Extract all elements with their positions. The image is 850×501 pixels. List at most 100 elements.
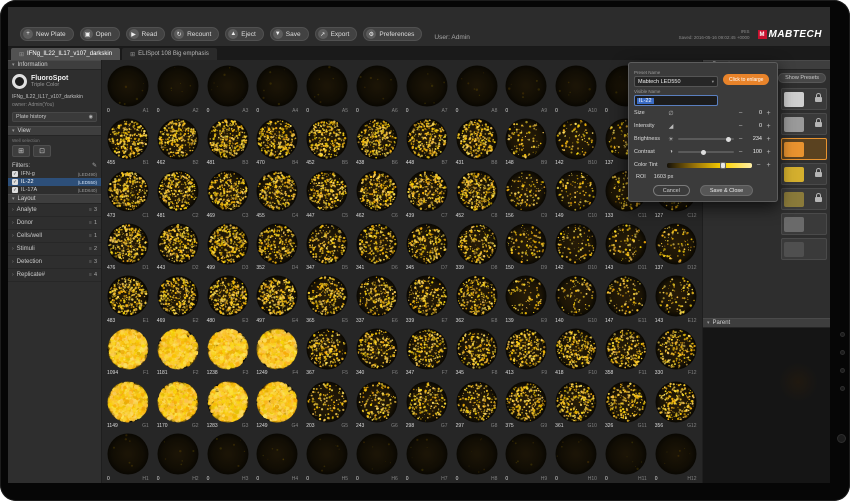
well-B6[interactable]: 438B6 [353, 116, 403, 169]
filter-ifn-g[interactable]: ✓IFN-g(LED490) [8, 170, 101, 178]
filter-il-22[interactable]: ✓IL-22(LED550) [8, 178, 101, 186]
well-H5[interactable]: 0H5 [303, 431, 353, 483]
intensity-plus-button[interactable]: + [765, 123, 772, 130]
well-F5[interactable]: 367F5 [303, 326, 353, 379]
export-button[interactable]: ↗Export [315, 27, 358, 41]
new-plate-button[interactable]: +New Plate [20, 27, 74, 41]
well-H11[interactable]: 0H11 [602, 431, 652, 483]
preset-thumbnail-3[interactable] [781, 138, 827, 160]
intensity-minus-button[interactable]: − [737, 123, 744, 130]
well-E3[interactable]: 480E3 [204, 273, 254, 326]
well-H6[interactable]: 0H6 [353, 431, 403, 483]
preset-thumbnail-6[interactable] [781, 213, 827, 235]
well-F10[interactable]: 418F10 [552, 326, 602, 379]
well-E9[interactable]: 139E9 [502, 273, 552, 326]
slider-thumb[interactable] [701, 150, 706, 155]
well-A9[interactable]: 0A9 [502, 63, 552, 116]
well-E2[interactable]: 469E2 [154, 273, 204, 326]
well-D5[interactable]: 347D5 [303, 221, 353, 274]
well-A10[interactable]: 0A10 [552, 63, 602, 116]
preferences-button[interactable]: ⚙Preferences [363, 27, 422, 41]
monitor-control-button[interactable] [840, 350, 845, 355]
visible-name-input[interactable]: IL-22 [634, 95, 718, 106]
well-A6[interactable]: 0A6 [353, 63, 403, 116]
well-E12[interactable]: 143E12 [652, 273, 702, 326]
well-G2[interactable]: 1170G2 [154, 379, 204, 432]
layout-row-detection[interactable]: ›Detection≡3 [8, 256, 101, 269]
eject-button[interactable]: ▲Eject [225, 27, 263, 41]
well-selection-none-button[interactable]: ⊡ [33, 145, 51, 157]
well-H8[interactable]: 0H8 [453, 431, 503, 483]
read-button[interactable]: ▶Read [126, 27, 166, 41]
well-F9[interactable]: 413F9 [502, 326, 552, 379]
well-A2[interactable]: 0A2 [154, 63, 204, 116]
monitor-control-button[interactable] [840, 332, 845, 337]
well-E7[interactable]: 339E7 [403, 273, 453, 326]
well-B5[interactable]: 452B5 [303, 116, 353, 169]
well-C3[interactable]: 469C3 [204, 168, 254, 221]
well-G1[interactable]: 1149G1 [104, 379, 154, 432]
color-tint-minus-button[interactable]: − [755, 162, 762, 169]
well-D7[interactable]: 345D7 [403, 221, 453, 274]
well-D6[interactable]: 341D6 [353, 221, 403, 274]
preset-thumbnail-2[interactable] [781, 113, 827, 135]
well-F6[interactable]: 340F6 [353, 326, 403, 379]
well-G11[interactable]: 326G11 [602, 379, 652, 432]
well-C4[interactable]: 455C4 [253, 168, 303, 221]
well-F4[interactable]: 1249F4 [253, 326, 303, 379]
preset-name-select[interactable]: Mabtech LED550 ▾ [634, 76, 718, 87]
contrast-plus-button[interactable]: + [765, 149, 772, 156]
well-B10[interactable]: 142B10 [552, 116, 602, 169]
preset-thumbnail-5[interactable] [781, 188, 827, 210]
well-D8[interactable]: 339D8 [453, 221, 503, 274]
recount-button[interactable]: ↻Recount [171, 27, 219, 41]
monitor-control-button[interactable] [840, 386, 845, 391]
open-button[interactable]: ▣Open [80, 27, 120, 41]
layout-row-replicate[interactable]: ›Replicate#≡4 [8, 269, 101, 282]
well-D3[interactable]: 499D3 [204, 221, 254, 274]
well-D10[interactable]: 142D10 [552, 221, 602, 274]
well-G8[interactable]: 297G8 [453, 379, 503, 432]
brightness-plus-button[interactable]: + [765, 136, 772, 143]
checkbox-checked-icon[interactable]: ✓ [12, 187, 18, 193]
well-D2[interactable]: 443D2 [154, 221, 204, 274]
well-A1[interactable]: 0A1 [104, 63, 154, 116]
well-H2[interactable]: 0H2 [154, 431, 204, 483]
layout-row-analyte[interactable]: ›Analyte≡3 [8, 204, 101, 217]
well-B2[interactable]: 462B2 [154, 116, 204, 169]
well-C8[interactable]: 452C8 [453, 168, 503, 221]
well-G9[interactable]: 375G9 [502, 379, 552, 432]
color-tint-slider-thumb[interactable] [720, 162, 726, 169]
monitor-control-button[interactable] [840, 368, 845, 373]
preset-thumbnail-1[interactable] [781, 88, 827, 110]
color-tint-slider[interactable] [667, 163, 752, 168]
well-C2[interactable]: 481C2 [154, 168, 204, 221]
checkbox-checked-icon[interactable]: ✓ [12, 179, 18, 185]
slider-track[interactable] [678, 151, 734, 153]
edit-filters-icon[interactable]: ✎ [92, 162, 97, 169]
well-G4[interactable]: 1249G4 [253, 379, 303, 432]
well-G10[interactable]: 361G10 [552, 379, 602, 432]
monitor-power-button[interactable] [837, 434, 846, 443]
tab-elispot-108-big-emphasis[interactable]: ⊞ELISpot 108 Big emphasis [122, 48, 217, 60]
slider-track[interactable] [678, 138, 734, 140]
well-C1[interactable]: 473C1 [104, 168, 154, 221]
contrast-minus-button[interactable]: − [737, 149, 744, 156]
well-E11[interactable]: 147E11 [602, 273, 652, 326]
well-F7[interactable]: 347F7 [403, 326, 453, 379]
well-C6[interactable]: 462C6 [353, 168, 403, 221]
well-F11[interactable]: 358F11 [602, 326, 652, 379]
show-presets-button[interactable]: Show Presets [778, 73, 826, 83]
well-H9[interactable]: 0H9 [502, 431, 552, 483]
well-H7[interactable]: 0H7 [403, 431, 453, 483]
preset-thumbnail-4[interactable] [781, 163, 827, 185]
well-G6[interactable]: 243G6 [353, 379, 403, 432]
well-D11[interactable]: 143D11 [602, 221, 652, 274]
well-E8[interactable]: 362E8 [453, 273, 503, 326]
layout-row-cells-well[interactable]: ›Cells/well≡1 [8, 230, 101, 243]
slider-thumb[interactable] [726, 137, 731, 142]
well-F2[interactable]: 1181F2 [154, 326, 204, 379]
well-D9[interactable]: 150D9 [502, 221, 552, 274]
well-A4[interactable]: 0A4 [253, 63, 303, 116]
well-E5[interactable]: 365E5 [303, 273, 353, 326]
